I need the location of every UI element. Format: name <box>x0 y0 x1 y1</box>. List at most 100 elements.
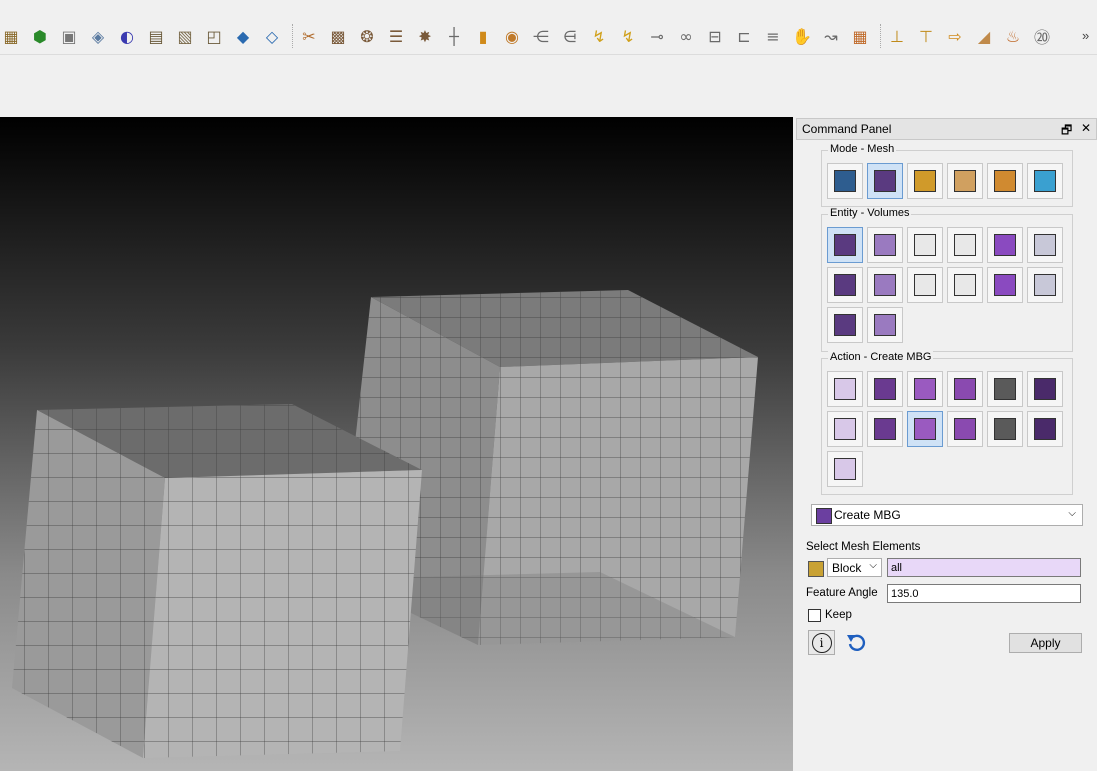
sweep-icon[interactable]: ✂ <box>298 22 320 50</box>
surface-mesh-button[interactable] <box>1027 411 1063 447</box>
grid-button[interactable] <box>1027 227 1063 263</box>
reset-button[interactable] <box>844 632 868 654</box>
feature-angle-input[interactable] <box>887 584 1081 603</box>
material-mode-icon <box>994 170 1016 192</box>
tet-button[interactable] <box>867 267 903 303</box>
hex-block-left[interactable] <box>12 404 422 758</box>
block-type-icon <box>808 561 824 577</box>
info-icon: i <box>811 632 832 653</box>
mesh-hex-mode-icon <box>914 170 936 192</box>
toolbar-overflow-button[interactable]: » <box>1082 28 1089 43</box>
gray-volume-icon[interactable]: ▣ <box>58 22 80 50</box>
paint-button[interactable] <box>947 411 983 447</box>
quad-icon <box>914 274 936 296</box>
layer-2-icon[interactable]: ⋳ <box>559 22 581 50</box>
ribbon-icon <box>914 378 936 400</box>
number-22-icon[interactable]: ⑳ <box>1031 22 1053 50</box>
create-mbg-button[interactable] <box>907 411 943 447</box>
smooth-button[interactable] <box>947 371 983 407</box>
spiral-icon[interactable]: ❂ <box>356 22 378 50</box>
float-panel-button[interactable]: 🗗 <box>1061 121 1072 142</box>
corner-select-icon[interactable]: ◰ <box>203 22 225 50</box>
tri-button[interactable] <box>947 267 983 303</box>
surface-mesh-icon <box>1034 418 1056 440</box>
mesh-hex-mode-button[interactable] <box>907 163 943 199</box>
copy-button[interactable] <box>987 371 1023 407</box>
material-mode-button[interactable] <box>987 163 1023 199</box>
curve-icon[interactable]: ↝ <box>820 22 842 50</box>
column-button[interactable] <box>827 451 863 487</box>
node-button[interactable] <box>1027 267 1063 303</box>
cylinder-button[interactable] <box>987 411 1023 447</box>
arrow-sweep-2-icon[interactable]: ↯ <box>617 22 639 50</box>
merge-icon[interactable]: ⊸ <box>646 22 668 50</box>
ribbon-button[interactable] <box>907 371 943 407</box>
select-elements-input[interactable] <box>887 558 1081 577</box>
edge-button[interactable] <box>987 267 1023 303</box>
fix-top-icon[interactable]: ⊤ <box>915 22 937 50</box>
boundary-button[interactable] <box>827 371 863 407</box>
geometry-volume-icon[interactable]: ▦ <box>0 22 22 50</box>
info-button[interactable]: i <box>808 630 835 655</box>
blue-cube-2-icon[interactable]: ◇ <box>261 22 283 50</box>
mesh-mode-button[interactable] <box>867 163 903 199</box>
split-volume-icon[interactable]: ▤ <box>145 22 167 50</box>
delete-button[interactable] <box>1027 371 1063 407</box>
groups-button[interactable] <box>987 227 1023 263</box>
layer-icon[interactable]: ⋲ <box>530 22 552 50</box>
hex-button[interactable] <box>827 267 863 303</box>
arrow-sweep-icon[interactable]: ↯ <box>588 22 610 50</box>
boundary-mode-button[interactable] <box>947 163 983 199</box>
groups-icon <box>994 234 1016 256</box>
create-mbg-icon <box>914 418 936 440</box>
close-panel-button[interactable]: ✕ <box>1081 121 1091 135</box>
surfaces-button[interactable] <box>867 227 903 263</box>
blue-cube-icon[interactable]: ◆ <box>232 22 254 50</box>
sort-icon[interactable]: ≡ <box>762 22 784 50</box>
toolbar-row: ▦ ⬢ ▣ ◈ ◐ ▤ ▧ ◰ ◆ ◇ ✂ ▩ ❂ ☰ ✸ ┼ ▮ ◉ ⋲ ⋳ ↯ ↯ ⊸ ∞ ⊟ ⊏ ≡ ✋ ↝ ▦ ⊥ ⊤ ⇨ ◢ ♨ ⑳ <box>0 22 1097 54</box>
mesh-scheme-icon[interactable]: ▩ <box>327 22 349 50</box>
block-button[interactable] <box>867 307 903 343</box>
apply-button[interactable]: Apply <box>1009 633 1082 653</box>
mode-group: Mode - Mesh <box>821 143 1073 207</box>
blue-sphere-icon[interactable]: ◐ <box>116 22 138 50</box>
bracket-icon[interactable]: ⊟ <box>704 22 726 50</box>
bricks-icon[interactable]: ▦ <box>849 22 871 50</box>
quad-block-button[interactable] <box>827 411 863 447</box>
brick-icon[interactable]: ▮ <box>472 22 494 50</box>
geometry-mode-button[interactable] <box>827 163 863 199</box>
web-icon[interactable]: ✸ <box>414 22 436 50</box>
sizing-button[interactable] <box>827 307 863 343</box>
mesh-bars-icon[interactable]: ┼ <box>443 22 465 50</box>
wedge-icon[interactable]: ◢ <box>973 22 995 50</box>
surface-icon[interactable]: ◈ <box>87 22 109 50</box>
keep-checkbox[interactable] <box>808 609 821 622</box>
tri-icon <box>954 274 976 296</box>
coil-icon[interactable]: ∞ <box>675 22 697 50</box>
secondary-toolbar <box>0 54 1097 86</box>
feature-angle-label: Feature Angle <box>806 587 878 599</box>
analysis-mode-button[interactable] <box>1027 163 1063 199</box>
box-select-icon[interactable]: ▧ <box>174 22 196 50</box>
thermometer-icon[interactable]: ♨ <box>1002 22 1024 50</box>
hand-icon[interactable]: ✋ <box>791 22 813 50</box>
layers-3-icon[interactable]: ⊏ <box>733 22 755 50</box>
renumber-icon <box>874 418 896 440</box>
entity-type-select[interactable]: Block ⌵ <box>827 558 882 577</box>
fix-bottom-icon[interactable]: ⊥ <box>886 22 908 50</box>
graphics-viewport[interactable] <box>0 117 793 771</box>
curves-button[interactable] <box>907 227 943 263</box>
align-icon[interactable]: ☰ <box>385 22 407 50</box>
vertices-button[interactable] <box>947 227 983 263</box>
command-panel-titlebar: Command Panel 🗗 ✕ <box>796 118 1097 140</box>
arrow-right-icon[interactable]: ⇨ <box>944 22 966 50</box>
quad-button[interactable] <box>907 267 943 303</box>
command-select[interactable]: Create MBG ⌵ <box>811 504 1083 526</box>
green-volume-icon[interactable]: ⬢ <box>29 22 51 50</box>
panel-title: Command Panel <box>802 122 892 136</box>
block-assign-button[interactable] <box>867 371 903 407</box>
speaker-icon[interactable]: ◉ <box>501 22 523 50</box>
volumes-button[interactable] <box>827 227 863 263</box>
entity-type-value: Block <box>832 561 862 575</box>
renumber-button[interactable] <box>867 411 903 447</box>
